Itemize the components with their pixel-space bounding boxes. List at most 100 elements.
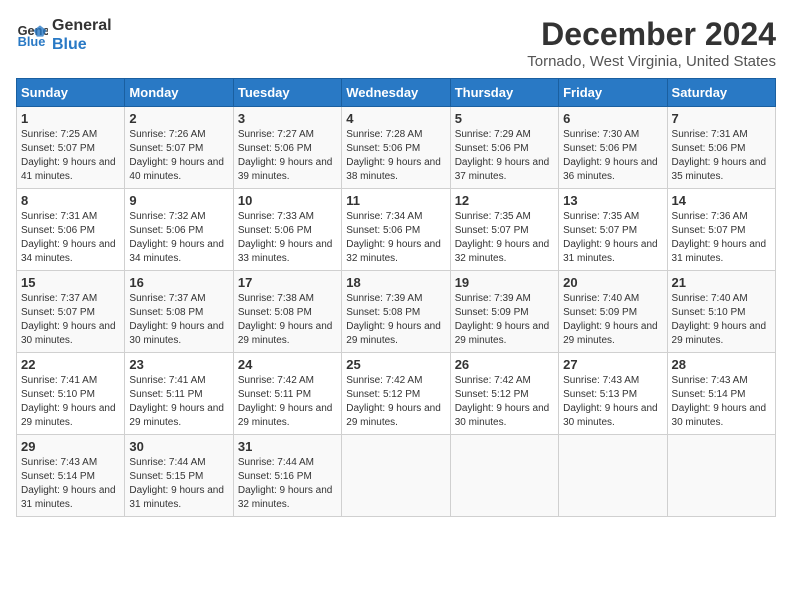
day-cell: 27 Sunrise: 7:43 AMSunset: 5:13 PMDaylig… <box>559 353 667 435</box>
day-number: 8 <box>21 193 120 208</box>
day-cell <box>559 435 667 517</box>
day-cell: 26 Sunrise: 7:42 AMSunset: 5:12 PMDaylig… <box>450 353 558 435</box>
day-cell: 4 Sunrise: 7:28 AMSunset: 5:06 PMDayligh… <box>342 107 450 189</box>
day-cell: 8 Sunrise: 7:31 AMSunset: 5:06 PMDayligh… <box>17 189 125 271</box>
day-cell: 20 Sunrise: 7:40 AMSunset: 5:09 PMDaylig… <box>559 271 667 353</box>
day-detail: Sunrise: 7:27 AMSunset: 5:06 PMDaylight:… <box>238 129 333 182</box>
day-number: 15 <box>21 275 120 290</box>
day-cell: 10 Sunrise: 7:33 AMSunset: 5:06 PMDaylig… <box>233 189 341 271</box>
day-detail: Sunrise: 7:34 AMSunset: 5:06 PMDaylight:… <box>346 211 441 264</box>
day-detail: Sunrise: 7:35 AMSunset: 5:07 PMDaylight:… <box>455 211 550 264</box>
day-cell: 9 Sunrise: 7:32 AMSunset: 5:06 PMDayligh… <box>125 189 233 271</box>
day-cell: 23 Sunrise: 7:41 AMSunset: 5:11 PMDaylig… <box>125 353 233 435</box>
day-number: 13 <box>563 193 662 208</box>
day-cell: 2 Sunrise: 7:26 AMSunset: 5:07 PMDayligh… <box>125 107 233 189</box>
day-number: 27 <box>563 357 662 372</box>
day-detail: Sunrise: 7:43 AMSunset: 5:14 PMDaylight:… <box>672 375 767 428</box>
day-number: 2 <box>129 111 228 126</box>
day-detail: Sunrise: 7:41 AMSunset: 5:11 PMDaylight:… <box>129 375 224 428</box>
day-cell <box>450 435 558 517</box>
header-row: SundayMondayTuesdayWednesdayThursdayFrid… <box>17 79 776 107</box>
day-number: 20 <box>563 275 662 290</box>
column-header-sunday: Sunday <box>17 79 125 107</box>
week-row-2: 8 Sunrise: 7:31 AMSunset: 5:06 PMDayligh… <box>17 189 776 271</box>
day-detail: Sunrise: 7:40 AMSunset: 5:09 PMDaylight:… <box>563 293 658 346</box>
day-cell: 29 Sunrise: 7:43 AMSunset: 5:14 PMDaylig… <box>17 435 125 517</box>
day-number: 29 <box>21 439 120 454</box>
day-number: 10 <box>238 193 337 208</box>
day-detail: Sunrise: 7:31 AMSunset: 5:06 PMDaylight:… <box>21 211 116 264</box>
day-cell: 3 Sunrise: 7:27 AMSunset: 5:06 PMDayligh… <box>233 107 341 189</box>
day-detail: Sunrise: 7:41 AMSunset: 5:10 PMDaylight:… <box>21 375 116 428</box>
day-cell: 28 Sunrise: 7:43 AMSunset: 5:14 PMDaylig… <box>667 353 775 435</box>
day-number: 24 <box>238 357 337 372</box>
day-detail: Sunrise: 7:44 AMSunset: 5:16 PMDaylight:… <box>238 457 333 510</box>
day-cell: 24 Sunrise: 7:42 AMSunset: 5:11 PMDaylig… <box>233 353 341 435</box>
column-header-friday: Friday <box>559 79 667 107</box>
week-row-5: 29 Sunrise: 7:43 AMSunset: 5:14 PMDaylig… <box>17 435 776 517</box>
day-number: 12 <box>455 193 554 208</box>
day-number: 31 <box>238 439 337 454</box>
day-cell: 7 Sunrise: 7:31 AMSunset: 5:06 PMDayligh… <box>667 107 775 189</box>
day-number: 4 <box>346 111 445 126</box>
day-cell <box>667 435 775 517</box>
day-cell: 18 Sunrise: 7:39 AMSunset: 5:08 PMDaylig… <box>342 271 450 353</box>
day-cell: 11 Sunrise: 7:34 AMSunset: 5:06 PMDaylig… <box>342 189 450 271</box>
day-cell: 21 Sunrise: 7:40 AMSunset: 5:10 PMDaylig… <box>667 271 775 353</box>
day-detail: Sunrise: 7:43 AMSunset: 5:13 PMDaylight:… <box>563 375 658 428</box>
day-cell: 25 Sunrise: 7:42 AMSunset: 5:12 PMDaylig… <box>342 353 450 435</box>
day-number: 7 <box>672 111 771 126</box>
day-cell: 19 Sunrise: 7:39 AMSunset: 5:09 PMDaylig… <box>450 271 558 353</box>
day-cell: 30 Sunrise: 7:44 AMSunset: 5:15 PMDaylig… <box>125 435 233 517</box>
day-detail: Sunrise: 7:42 AMSunset: 5:12 PMDaylight:… <box>455 375 550 428</box>
day-detail: Sunrise: 7:42 AMSunset: 5:12 PMDaylight:… <box>346 375 441 428</box>
day-number: 22 <box>21 357 120 372</box>
day-number: 26 <box>455 357 554 372</box>
day-detail: Sunrise: 7:30 AMSunset: 5:06 PMDaylight:… <box>563 129 658 182</box>
day-cell: 15 Sunrise: 7:37 AMSunset: 5:07 PMDaylig… <box>17 271 125 353</box>
day-cell: 1 Sunrise: 7:25 AMSunset: 5:07 PMDayligh… <box>17 107 125 189</box>
day-number: 16 <box>129 275 228 290</box>
day-cell: 17 Sunrise: 7:38 AMSunset: 5:08 PMDaylig… <box>233 271 341 353</box>
day-detail: Sunrise: 7:39 AMSunset: 5:08 PMDaylight:… <box>346 293 441 346</box>
day-number: 11 <box>346 193 445 208</box>
logo: General Blue General Blue <box>16 16 112 54</box>
day-number: 25 <box>346 357 445 372</box>
day-detail: Sunrise: 7:37 AMSunset: 5:08 PMDaylight:… <box>129 293 224 346</box>
day-cell: 16 Sunrise: 7:37 AMSunset: 5:08 PMDaylig… <box>125 271 233 353</box>
day-detail: Sunrise: 7:37 AMSunset: 5:07 PMDaylight:… <box>21 293 116 346</box>
day-number: 28 <box>672 357 771 372</box>
day-number: 5 <box>455 111 554 126</box>
day-number: 21 <box>672 275 771 290</box>
calendar-table: SundayMondayTuesdayWednesdayThursdayFrid… <box>16 78 776 517</box>
day-detail: Sunrise: 7:36 AMSunset: 5:07 PMDaylight:… <box>672 211 767 264</box>
day-detail: Sunrise: 7:32 AMSunset: 5:06 PMDaylight:… <box>129 211 224 264</box>
day-number: 9 <box>129 193 228 208</box>
day-cell <box>342 435 450 517</box>
week-row-1: 1 Sunrise: 7:25 AMSunset: 5:07 PMDayligh… <box>17 107 776 189</box>
day-number: 18 <box>346 275 445 290</box>
day-number: 6 <box>563 111 662 126</box>
day-detail: Sunrise: 7:26 AMSunset: 5:07 PMDaylight:… <box>129 129 224 182</box>
column-header-thursday: Thursday <box>450 79 558 107</box>
logo-line1: General <box>52 16 112 35</box>
day-detail: Sunrise: 7:42 AMSunset: 5:11 PMDaylight:… <box>238 375 333 428</box>
day-cell: 31 Sunrise: 7:44 AMSunset: 5:16 PMDaylig… <box>233 435 341 517</box>
day-detail: Sunrise: 7:40 AMSunset: 5:10 PMDaylight:… <box>672 293 767 346</box>
title-section: December 2024 Tornado, West Virginia, Un… <box>527 16 776 70</box>
day-detail: Sunrise: 7:25 AMSunset: 5:07 PMDaylight:… <box>21 129 116 182</box>
day-number: 3 <box>238 111 337 126</box>
day-detail: Sunrise: 7:39 AMSunset: 5:09 PMDaylight:… <box>455 293 550 346</box>
day-cell: 14 Sunrise: 7:36 AMSunset: 5:07 PMDaylig… <box>667 189 775 271</box>
day-number: 17 <box>238 275 337 290</box>
subtitle: Tornado, West Virginia, United States <box>527 53 776 70</box>
logo-icon: General Blue <box>16 19 48 51</box>
main-title: December 2024 <box>527 16 776 53</box>
day-detail: Sunrise: 7:38 AMSunset: 5:08 PMDaylight:… <box>238 293 333 346</box>
week-row-3: 15 Sunrise: 7:37 AMSunset: 5:07 PMDaylig… <box>17 271 776 353</box>
column-header-tuesday: Tuesday <box>233 79 341 107</box>
day-cell: 13 Sunrise: 7:35 AMSunset: 5:07 PMDaylig… <box>559 189 667 271</box>
day-number: 19 <box>455 275 554 290</box>
day-detail: Sunrise: 7:28 AMSunset: 5:06 PMDaylight:… <box>346 129 441 182</box>
column-header-wednesday: Wednesday <box>342 79 450 107</box>
